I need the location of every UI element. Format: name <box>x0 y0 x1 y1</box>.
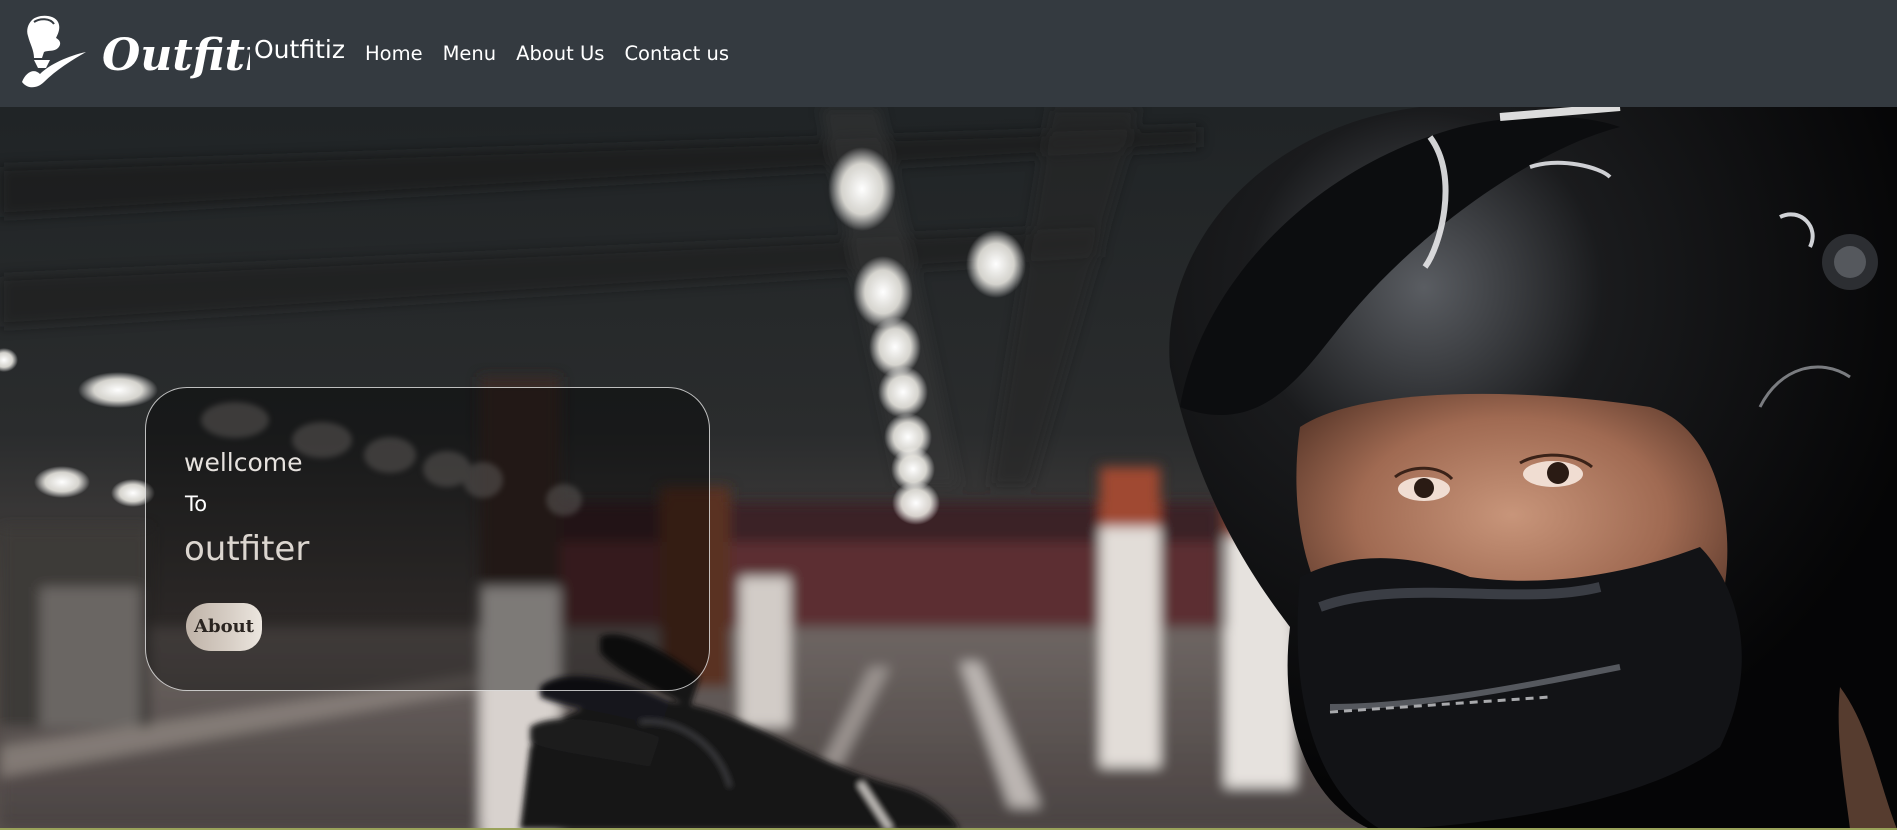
about-button[interactable]: About <box>186 603 262 651</box>
welcome-card: wellcome To outfiter About <box>145 387 710 691</box>
nav-link-home[interactable]: Home <box>365 40 423 68</box>
nav-link-menu[interactable]: Menu <box>443 40 497 68</box>
brand-headline: outfiter <box>184 529 310 569</box>
navbar: Outfitiz Outfitiz Home Menu About Us Con… <box>0 0 1897 107</box>
nav-link-contact-us[interactable]: Contact us <box>624 40 729 68</box>
nav-links: Home Menu About Us Contact us <box>365 40 749 68</box>
hero-section: wellcome To outfiter About <box>0 107 1897 829</box>
brand-name[interactable]: Outfitiz <box>254 34 345 66</box>
logo-mascot-icon: Outfitiz <box>22 15 250 88</box>
svg-text:Outfitiz: Outfitiz <box>102 30 250 81</box>
site-logo[interactable]: Outfitiz <box>20 14 250 90</box>
nav-link-about-us[interactable]: About Us <box>516 40 604 68</box>
to-text: To <box>185 492 208 516</box>
welcome-text: wellcome <box>184 448 303 477</box>
